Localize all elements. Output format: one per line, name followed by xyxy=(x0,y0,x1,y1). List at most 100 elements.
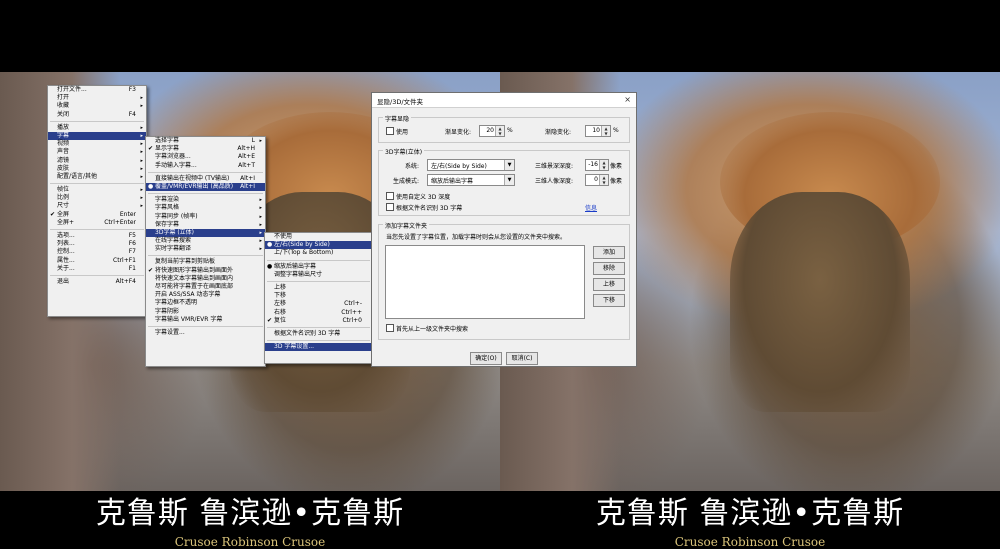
menu-item[interactable]: 实时字幕翻译 ▸ xyxy=(146,245,265,253)
menu-item[interactable]: 不使用 xyxy=(265,233,372,241)
menu-item[interactable]: ● 覆盖/VMR/EVR输出 (高品质) Alt+I xyxy=(146,182,265,192)
menu-item-label: 复位 xyxy=(274,316,287,324)
menu-item[interactable]: 全屏+ Ctrl+Enter xyxy=(48,219,146,227)
menu-item[interactable]: 播放 ▸ xyxy=(48,124,146,132)
menu-item[interactable]: 根据文件名识别 3D 字幕 xyxy=(265,330,372,338)
menu-item-shortcut: Enter xyxy=(119,210,136,218)
spin-arrows-icon[interactable]: ▲ ▼ xyxy=(495,126,504,136)
cancel-button[interactable]: 取消(C) xyxy=(506,352,538,365)
menu-item[interactable]: 字幕边框不透明 xyxy=(146,299,265,307)
menu-separator xyxy=(148,325,263,327)
spin-arrows-icon[interactable]: ▲ ▼ xyxy=(599,160,608,170)
menu-item[interactable]: 字幕浏览器... Alt+E xyxy=(146,153,265,161)
menu-item-label: 关于... xyxy=(57,264,75,272)
menu-item[interactable]: 左移 Ctrl+- xyxy=(265,300,372,308)
menu-item[interactable]: 字幕阴影 xyxy=(146,308,265,316)
menu-item-label: 不使用 xyxy=(274,233,293,240)
submenu-arrow-icon: ▸ xyxy=(140,124,143,131)
add-folder-button[interactable]: 添加 xyxy=(593,246,625,259)
menu-item[interactable]: ✔ 复位 Ctrl+0 xyxy=(265,317,372,325)
menu-item[interactable]: 退出 Alt+F4 xyxy=(48,278,146,286)
chevron-down-icon[interactable]: ▼ xyxy=(504,175,514,185)
radio-dot-icon: ● xyxy=(267,262,273,270)
menu-item[interactable]: 上移 xyxy=(265,284,372,292)
menu-item[interactable]: 字幕设置... xyxy=(146,329,265,337)
system-select[interactable]: 左/右(Side by Side) ▼ xyxy=(427,159,515,171)
menu-item[interactable]: 声音 ▸ xyxy=(48,148,146,156)
menu-separator xyxy=(148,193,263,195)
move-up-button[interactable]: 上移 xyxy=(593,278,625,291)
menu-separator xyxy=(267,326,370,328)
close-icon[interactable]: × xyxy=(624,95,631,104)
menu-item[interactable]: 字幕同步 (帧率) ▸ xyxy=(146,213,265,221)
menu-item[interactable]: 上/下(Top & Bottom) xyxy=(265,249,372,257)
fade-in-spinner[interactable]: 20 ▲ ▼ xyxy=(479,125,505,137)
parent-first-checkbox[interactable] xyxy=(386,324,394,332)
menu-item[interactable]: 字幕 ▸ xyxy=(48,131,146,141)
remove-folder-button[interactable]: 移除 xyxy=(593,262,625,275)
menu-item[interactable]: 复制当前字幕到剪贴板 xyxy=(146,258,265,266)
menu-item[interactable]: 手动输入字幕... Alt+T xyxy=(146,162,265,170)
submenu-arrow-icon: ▸ xyxy=(259,246,262,253)
menu-item[interactable]: 调整字幕输出尺寸 xyxy=(265,271,372,279)
menu-item-label: 复制当前字幕到剪贴板 xyxy=(155,258,216,266)
fade-out-spinner[interactable]: 10 ▲ ▼ xyxy=(585,125,611,137)
menu-item[interactable]: 收藏 ▸ xyxy=(48,102,146,110)
menu-item[interactable]: 保存字幕 ▸ xyxy=(146,221,265,229)
parent-first-label: 首先从上一级文件夹中搜索 xyxy=(396,326,469,333)
menu-item[interactable]: 关于... F1 xyxy=(48,265,146,273)
menu-separator xyxy=(267,340,370,342)
menu-item[interactable]: ✔ 全屏 Enter xyxy=(48,211,146,219)
depth-spinner[interactable]: -16 ▲ ▼ xyxy=(585,159,609,171)
menu-item-label: 字幕同步 (帧率) xyxy=(155,212,198,220)
ok-button[interactable]: 确定(O) xyxy=(470,352,502,365)
folder-list[interactable] xyxy=(385,245,585,319)
menu-item[interactable]: 选择字幕 L ▸ xyxy=(146,137,265,145)
menu-item[interactable]: 皮肤 ▸ xyxy=(48,165,146,173)
chevron-down-icon[interactable]: ▼ xyxy=(504,160,514,170)
menu-item[interactable]: 3D 字幕设置... xyxy=(265,343,372,352)
menu-item[interactable]: 尽可能将字幕置于在画面底部 xyxy=(146,283,265,291)
menu-item-label: 配置/语言/其他 xyxy=(57,172,98,180)
subtitle-submenu: 选择字幕 L ▸ ✔ 显示字幕 Alt+H 字幕浏览器... Alt+E 手动输入字幕... Al… xyxy=(145,136,266,367)
menu-item[interactable]: 尺寸 ▸ xyxy=(48,202,146,210)
system-value: 左/右(Side by Side) xyxy=(431,163,487,170)
use-fade-checkbox[interactable] xyxy=(386,127,394,135)
fade-in-value: 20 xyxy=(486,127,494,134)
submenu-arrow-icon: ▸ xyxy=(259,221,262,228)
menu-item-label: 左移 xyxy=(274,300,287,308)
menu-item[interactable]: 属性... Ctrl+F1 xyxy=(48,257,146,265)
submenu-arrow-icon: ▸ xyxy=(140,195,143,202)
offset-spinner[interactable]: 0 ▲ ▼ xyxy=(585,174,609,186)
menu-item[interactable]: ● 缩放后输出字幕 xyxy=(265,263,372,271)
menu-item[interactable]: 打开文件... F3 xyxy=(48,86,146,94)
menu-item[interactable]: 配置/语言/其他 ▸ xyxy=(48,173,146,181)
menu-item[interactable]: 右移 Ctrl++ xyxy=(265,309,372,317)
menu-item-label: 3D 字幕设置... xyxy=(274,343,315,351)
menu-item-label: 直接输出在视频中 (TV输出) xyxy=(155,174,230,182)
menu-item[interactable]: 选项... F5 xyxy=(48,232,146,240)
menu-item[interactable]: 将快速文本字幕输出到画面内 xyxy=(146,275,265,283)
menu-item[interactable]: 控制... F7 xyxy=(48,248,146,256)
output-mode-select[interactable]: 缩放后输出字幕 ▼ xyxy=(427,174,515,186)
menu-item[interactable]: 直接输出在视频中 (TV输出) Alt+I xyxy=(146,175,265,183)
menu-item[interactable]: 3D字幕 (立体) ▸ xyxy=(146,228,265,238)
menu-item[interactable]: 字幕输出 VMR/EVR 字幕 xyxy=(146,316,265,324)
menu-item[interactable]: 字幕风格 ▸ xyxy=(146,204,265,212)
move-down-button[interactable]: 下移 xyxy=(593,294,625,307)
menu-separator xyxy=(148,255,263,257)
menu-item-shortcut: Alt+H xyxy=(237,145,255,153)
fade-out-unit: % xyxy=(613,127,619,134)
custom-depth-checkbox[interactable] xyxy=(386,192,394,200)
info-link[interactable]: 信息 xyxy=(585,203,597,212)
menu-item[interactable]: 滤镜 ▸ xyxy=(48,157,146,165)
filename-3d-checkbox[interactable] xyxy=(386,203,394,211)
menu-item-label: 缩放后输出字幕 xyxy=(274,262,317,270)
radio-dot-icon: ● xyxy=(267,241,273,249)
menu-item[interactable]: 关闭 F4 xyxy=(48,111,146,119)
spin-arrows-icon[interactable]: ▲ ▼ xyxy=(599,175,608,185)
menu-item[interactable]: ✔ 将快速图形字幕输出到画面外 xyxy=(146,267,265,275)
spin-arrows-icon[interactable]: ▲ ▼ xyxy=(601,126,610,136)
checkmark-icon: ✔ xyxy=(50,210,56,218)
dialog-titlebar[interactable]: 显隐/3D/文件夹 × xyxy=(372,93,636,108)
